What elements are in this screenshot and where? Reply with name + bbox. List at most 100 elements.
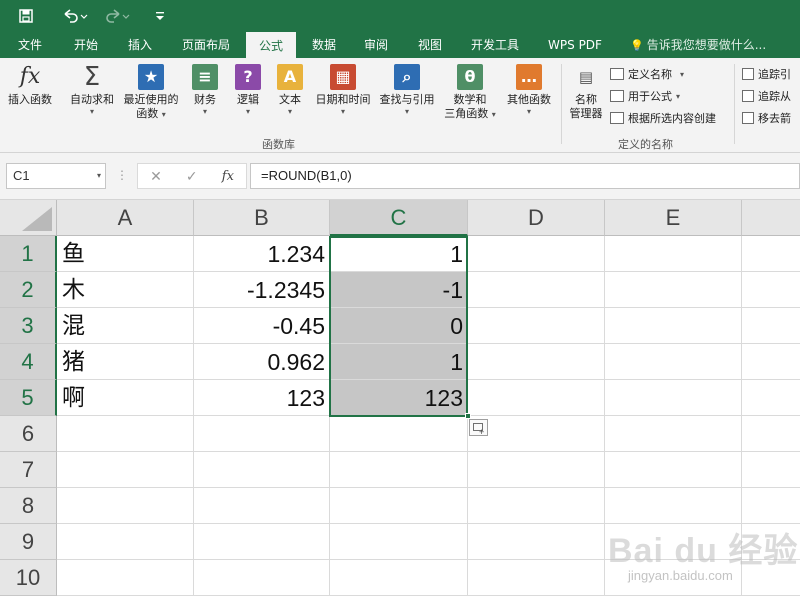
insert-function-button[interactable]: fx 插入函数 [4,64,56,107]
cell-f4[interactable] [742,344,800,380]
cell-b1[interactable]: 1.234 [194,236,330,272]
tab-view[interactable]: 视图 [410,32,450,58]
column-header-a[interactable]: A [57,200,194,236]
cell-e4[interactable] [605,344,742,380]
cell-a10[interactable] [57,560,194,596]
math-trig-button[interactable]: θ 数学和 三角函数 ▾ [441,64,499,122]
save-icon[interactable] [14,0,38,32]
cell-d2[interactable] [468,272,605,308]
define-name-button[interactable]: 定义名称 ▾ [610,64,684,84]
column-header-b[interactable]: B [194,200,330,236]
cell-c4[interactable]: 1 [330,344,468,380]
cell-b8[interactable] [194,488,330,524]
remove-arrows-button[interactable]: 移去箭 [742,108,791,128]
cell-c1[interactable]: 1 [330,236,468,272]
customize-qat-icon[interactable] [150,0,170,32]
row-header-4[interactable]: 4 [0,344,57,380]
cell-e6[interactable] [605,416,742,452]
trace-precedents-button[interactable]: 追踪引 [742,64,791,84]
cell-a7[interactable] [57,452,194,488]
cell-d10[interactable] [468,560,605,596]
name-manager-button[interactable]: ▤ 名称 管理器 [564,64,608,121]
lookup-button[interactable]: ⌕ 查找与引用 ▾ [375,64,439,117]
cell-f9[interactable] [742,524,800,560]
cell-e10[interactable] [605,560,742,596]
formula-input[interactable]: =ROUND(B1,0) [250,163,800,189]
cell-e3[interactable] [605,308,742,344]
cell-a9[interactable] [57,524,194,560]
use-in-formula-button[interactable]: 用于公式 ▾ [610,86,680,106]
cell-b6[interactable] [194,416,330,452]
redo-icon[interactable] [102,0,136,32]
cell-d7[interactable] [468,452,605,488]
trace-dependents-button[interactable]: 追踪从 [742,86,791,106]
cell-f2[interactable] [742,272,800,308]
row-header-6[interactable]: 6 [0,416,57,452]
cell-a6[interactable] [57,416,194,452]
cell-e5[interactable] [605,380,742,416]
cell-c2[interactable]: -1 [330,272,468,308]
row-header-2[interactable]: 2 [0,272,57,308]
cell-f7[interactable] [742,452,800,488]
tab-review[interactable]: 审阅 [356,32,396,58]
tab-page-layout[interactable]: 页面布局 [174,32,238,58]
cell-c8[interactable] [330,488,468,524]
cell-d4[interactable] [468,344,605,380]
undo-icon[interactable] [58,0,92,32]
more-functions-button[interactable]: … 其他函数 ▾ [500,64,558,117]
tab-insert[interactable]: 插入 [118,32,162,58]
cell-d3[interactable] [468,308,605,344]
row-header-9[interactable]: 9 [0,524,57,560]
financial-button[interactable]: ≡ 财务 ▾ [188,64,222,117]
cell-c5[interactable]: 123 [330,380,468,416]
logical-button[interactable]: ? 逻辑 ▾ [231,64,265,117]
cell-f1[interactable] [742,236,800,272]
formula-bar-resize-handle[interactable]: ⋮ [116,163,128,189]
row-header-10[interactable]: 10 [0,560,57,596]
tell-me-box[interactable]: 💡 告诉我您想要做什么... [630,32,766,58]
cell-c6[interactable] [330,416,468,452]
cell-d6[interactable] [468,416,605,452]
cell-e9[interactable] [605,524,742,560]
cell-a3[interactable]: 混 [57,308,194,344]
tab-wps-pdf[interactable]: WPS PDF [540,32,610,58]
enter-icon[interactable]: ✓ [186,168,198,185]
cell-e8[interactable] [605,488,742,524]
cell-f5[interactable] [742,380,800,416]
row-header-7[interactable]: 7 [0,452,57,488]
cell-c10[interactable] [330,560,468,596]
row-header-8[interactable]: 8 [0,488,57,524]
name-box[interactable]: C1 ▾ [6,163,106,189]
cell-f8[interactable] [742,488,800,524]
tab-home[interactable]: 开始 [64,32,108,58]
row-header-1[interactable]: 1 [0,236,57,272]
tab-formulas[interactable]: 公式 [246,32,296,58]
cell-b5[interactable]: 123 [194,380,330,416]
cell-a2[interactable]: 木 [57,272,194,308]
cell-f6[interactable] [742,416,800,452]
cell-f10[interactable] [742,560,800,596]
select-all-button[interactable] [0,200,57,236]
tab-data[interactable]: 数据 [304,32,344,58]
cell-b2[interactable]: -1.2345 [194,272,330,308]
create-from-selection-button[interactable]: 根据所选内容创建 [610,108,716,128]
cell-c7[interactable] [330,452,468,488]
column-header-c[interactable]: C [330,200,468,236]
cell-b4[interactable]: 0.962 [194,344,330,380]
cell-c3[interactable]: 0 [330,308,468,344]
column-header-d[interactable]: D [468,200,605,236]
cell-a1[interactable]: 鱼 [57,236,194,272]
cell-d8[interactable] [468,488,605,524]
cell-d1[interactable] [468,236,605,272]
text-button[interactable]: A 文本 ▾ [273,64,307,117]
row-header-3[interactable]: 3 [0,308,57,344]
row-header-5[interactable]: 5 [0,380,57,416]
column-header-e[interactable]: E [605,200,742,236]
cell-b7[interactable] [194,452,330,488]
column-header-f[interactable] [742,200,800,236]
cell-a4[interactable]: 猪 [57,344,194,380]
cell-b9[interactable] [194,524,330,560]
cell-e1[interactable] [605,236,742,272]
quick-analysis-icon[interactable]: + [469,419,488,437]
cell-c9[interactable] [330,524,468,560]
